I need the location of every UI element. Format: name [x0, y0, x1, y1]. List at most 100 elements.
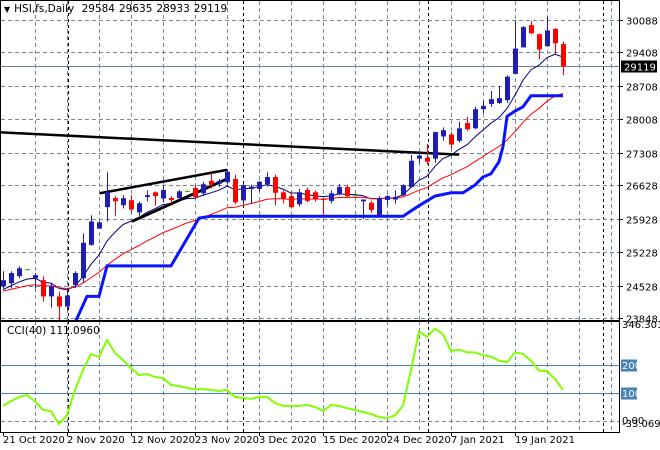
low-value: 28933 [156, 3, 190, 15]
candle-body [201, 184, 206, 194]
candle-body [265, 177, 270, 185]
candle-body [313, 192, 318, 199]
candle-body [441, 130, 446, 137]
y-tick-label: 28708 [626, 83, 658, 94]
candle-body [553, 28, 558, 44]
candle-body [289, 196, 294, 208]
cci-panel [0, 321, 620, 433]
candle-body [145, 195, 150, 198]
candle [505, 75, 510, 104]
candle-body [497, 98, 502, 104]
cci-header: CCI(40) 111.0960 [7, 325, 100, 337]
candle-body [329, 193, 334, 201]
y-tick-label: 27308 [626, 150, 658, 161]
current-price-label: 29119 [624, 63, 656, 74]
y-tick-label: 25928 [626, 216, 658, 227]
candle-body [25, 269, 30, 271]
candle-body [545, 30, 550, 47]
candle-body [137, 203, 142, 213]
cci-y-tick-label: 200 [622, 361, 641, 372]
candle-body [393, 197, 398, 200]
x-tick-label: 15 Dec 2020 [323, 435, 387, 446]
cci-title: CCI(40) [7, 325, 47, 337]
candle-body [129, 200, 134, 210]
candle-body [1, 280, 6, 287]
candle-body [513, 48, 518, 74]
x-tick-label: 7 Jan 2021 [451, 435, 505, 446]
candle-body [417, 155, 422, 159]
candle-body [209, 180, 214, 185]
candle-body [473, 109, 478, 129]
candle-body [49, 286, 54, 297]
y-tick-label: 24528 [626, 283, 658, 294]
candle-body [433, 132, 438, 159]
price-chart[interactable]: 30088 29408 28708 28008 27308 26628 25928 25228… [0, 0, 660, 450]
cci-value: 111.0960 [49, 325, 100, 337]
candle-body [305, 189, 310, 201]
candle-body [33, 275, 38, 279]
candle-body [169, 198, 174, 200]
candle-body [401, 185, 406, 196]
x-tick-label: 23 Nov 2020 [195, 435, 259, 446]
symbol-label: HSI,fs,Daily [14, 3, 75, 15]
candle-body [233, 178, 238, 203]
candle-body [537, 34, 542, 50]
candle-body [321, 198, 326, 200]
cci-y-tick-label: -33.0698 [622, 419, 660, 430]
candle-body [9, 273, 14, 284]
candle-body [17, 268, 22, 277]
x-tick-label: 3 Dec 2020 [259, 435, 317, 446]
candle-body [385, 196, 390, 200]
candle-body [409, 160, 414, 188]
close-value: 29119 [193, 3, 228, 15]
candle-body [41, 280, 46, 297]
candle-body [425, 157, 430, 162]
candle-body [257, 181, 262, 189]
x-tick-label: 2 Nov 2020 [67, 435, 125, 446]
triangle-down-icon[interactable]: ▼ [4, 5, 10, 14]
candle-body [113, 198, 118, 202]
candle-body [345, 187, 350, 197]
candle-body [153, 192, 158, 197]
candle-body [57, 296, 62, 307]
candle [521, 26, 526, 48]
candle-body [465, 123, 470, 130]
y-tick-label: 26628 [626, 182, 658, 193]
candle-body [377, 198, 382, 216]
candle-body [177, 191, 182, 199]
cci-y-tick-label: 346.3017 [622, 320, 660, 331]
candle-body [161, 189, 166, 199]
candle-body [273, 177, 278, 193]
candle-body [105, 192, 110, 208]
chart-header: ▼ HSI,fs,Daily 29584 29635 28933 29119 [4, 3, 231, 15]
candle-body [97, 222, 102, 229]
candle-body [529, 25, 534, 34]
candle-body [369, 202, 374, 210]
candle-body [361, 199, 366, 202]
cci-y-tick-label: 100 [622, 389, 641, 400]
candle-body [225, 171, 230, 183]
high-value: 29635 [118, 3, 153, 15]
candle-body [73, 273, 78, 285]
x-tick-label: 21 Oct 2020 [3, 435, 65, 446]
candle-body [89, 221, 94, 245]
candle-body [505, 76, 510, 101]
candle-body [65, 295, 70, 307]
y-tick-label: 29408 [626, 49, 658, 60]
candle-body [193, 188, 198, 198]
candle-body [217, 180, 222, 184]
candle [233, 174, 238, 205]
candle-body [489, 99, 494, 104]
candle [401, 184, 406, 197]
candle-body [449, 134, 454, 145]
candle-body [297, 192, 302, 205]
candle-body [457, 128, 462, 141]
open-value: 29584 [81, 3, 115, 15]
candle [377, 196, 382, 216]
candle-body [249, 186, 254, 189]
x-tick-label: 19 Jan 2021 [515, 435, 575, 446]
candle-body [521, 27, 526, 48]
candle-body [481, 105, 486, 110]
main-panel [0, 0, 620, 321]
candle-body [185, 190, 190, 192]
